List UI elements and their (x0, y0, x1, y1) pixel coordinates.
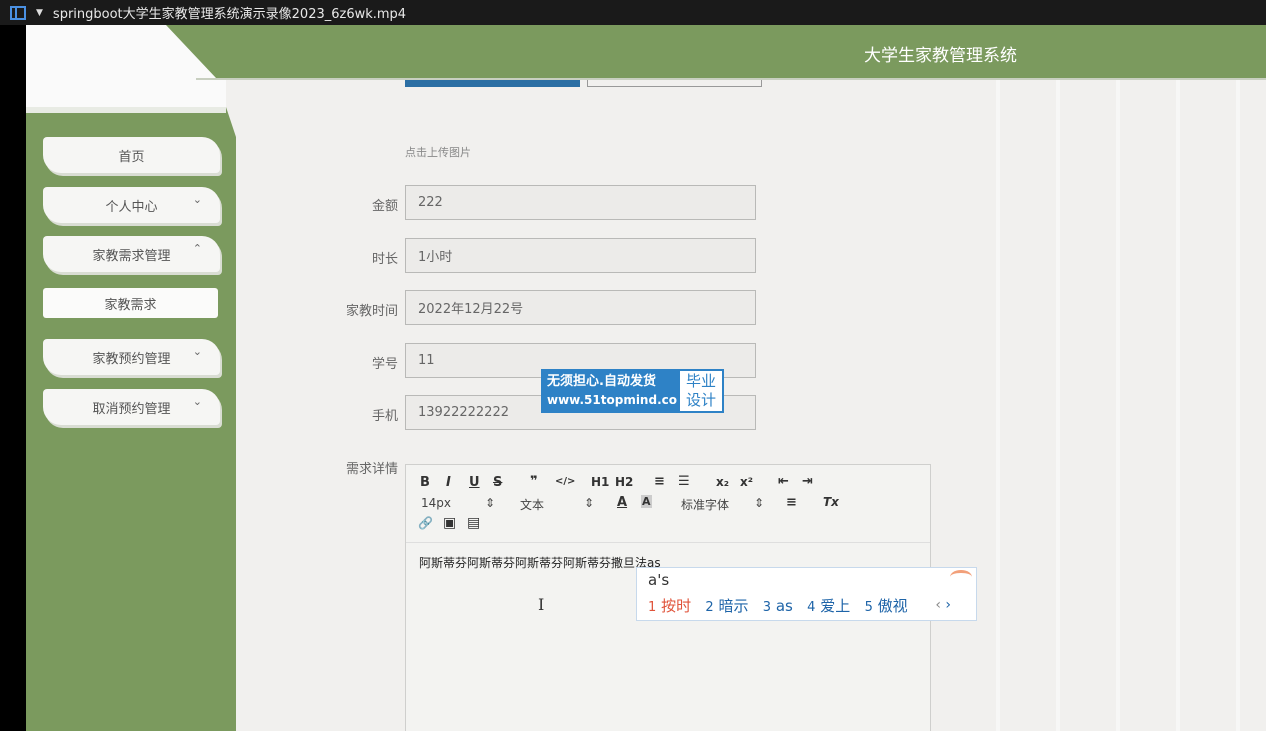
background-color-button[interactable]: A (641, 495, 652, 508)
sidebar-item-booking-management[interactable]: 家教预约管理 ⌄ (43, 339, 220, 375)
text-style-select[interactable]: 文本 (520, 496, 544, 513)
ime-candidate[interactable]: 4 爱上 (807, 597, 850, 615)
chevron-right-icon[interactable]: › (945, 597, 951, 613)
ime-candidate[interactable]: 2 暗示 (705, 597, 748, 615)
sidebar-item-home[interactable]: 首页 (43, 137, 220, 173)
sidebar-item-label: 取消预约管理 (92, 401, 171, 417)
sidebar-item-label: 个人中心 (105, 199, 158, 215)
sidebar-item-tutoring-demand-management[interactable]: 家教需求管理 ⌃ (43, 236, 220, 272)
ime-candidate[interactable]: 5 傲视 (865, 597, 908, 615)
tutoring-time-field[interactable]: 2022年12月22号 (405, 290, 756, 325)
editor-content[interactable]: 阿斯蒂芬阿斯蒂芬阿斯蒂芬阿斯蒂芬撒旦法as (419, 554, 661, 571)
sidebar-item-label: 家教需求管理 (92, 248, 171, 264)
system-title: 大学生家教管理系统 (864, 46, 1017, 66)
ime-candidate[interactable]: 3 as (763, 597, 793, 615)
duration-field[interactable]: 1小时 (405, 238, 756, 273)
upload-hint[interactable]: 点击上传图片 (405, 144, 471, 160)
app-window: 大学生家教管理系统 首页 个人中心 ⌄ 家教需求管理 ⌃ 家教需求 家教预约管理… (26, 25, 1266, 731)
tutoring-time-label: 家教时间 (345, 304, 398, 319)
chevron-up-icon: ⌃ (192, 242, 202, 255)
sidebar-item-label: 家教需求 (104, 297, 157, 313)
app-menu-icon[interactable] (10, 5, 26, 20)
background-pattern (966, 80, 1266, 731)
sidebar-item-personal-center[interactable]: 个人中心 ⌄ (43, 187, 220, 223)
duration-label: 时长 (371, 252, 398, 267)
bold-button[interactable]: B (420, 475, 430, 490)
ime-candidate[interactable]: 1 按时 (648, 597, 691, 615)
link-icon[interactable]: 🔗 (418, 516, 433, 530)
ime-logo-icon (950, 570, 972, 584)
strike-button[interactable]: S (493, 475, 502, 490)
sidebar-top-edge (26, 107, 226, 113)
select-arrows-icon: ⇕ (485, 496, 496, 510)
ime-candidates: 1 按时 2 暗示 3 as 4 爱上 5 傲视 (648, 595, 908, 616)
watermark-text: 无须担心.自动发货 www.51topmind.com (541, 369, 690, 413)
amount-field[interactable]: 222 (405, 185, 756, 220)
chevron-down-icon: ⌄ (192, 345, 202, 358)
image-icon[interactable]: ▣ (443, 515, 456, 531)
superscript-button[interactable]: x² (740, 475, 753, 489)
video-icon[interactable]: ▤ (467, 515, 480, 531)
window-titlebar: ▼ springboot大学生家教管理系统演示录像2023_6z6wk.mp4 (0, 0, 1266, 25)
clear-format-button[interactable]: Tx (823, 495, 839, 509)
h1-button[interactable]: H1 (591, 475, 609, 489)
code-button[interactable]: </> (555, 476, 575, 487)
select-arrows-icon: ⇕ (754, 496, 765, 510)
align-button[interactable]: ≡ (786, 495, 797, 510)
h2-button[interactable]: H2 (615, 475, 633, 489)
select-arrows-icon: ⇕ (584, 496, 595, 510)
watermark-badge: 无须担心.自动发货 www.51topmind.com 毕业 设计 (541, 369, 724, 413)
sidebar-item-cancel-booking-management[interactable]: 取消预约管理 ⌄ (43, 389, 220, 425)
underline-button[interactable]: U (469, 475, 480, 490)
ordered-list-button[interactable]: ≡ (654, 474, 665, 489)
italic-button[interactable]: I (446, 475, 451, 490)
upload-box[interactable] (587, 80, 762, 87)
amount-label: 金额 (371, 199, 398, 214)
outdent-button[interactable]: ⇤ (778, 474, 789, 489)
chevron-down-icon: ⌄ (192, 395, 202, 408)
uploaded-image-preview[interactable] (405, 80, 580, 87)
watermark-label: 毕业 设计 (678, 369, 724, 413)
subscript-button[interactable]: x₂ (716, 475, 729, 489)
font-color-button[interactable]: A (617, 495, 627, 510)
window-title: springboot大学生家教管理系统演示录像2023_6z6wk.mp4 (52, 7, 407, 22)
detail-label: 需求详情 (345, 462, 398, 477)
indent-button[interactable]: ⇥ (802, 474, 813, 489)
ime-page-nav[interactable]: ‹ › (935, 597, 951, 613)
dropdown-caret-icon[interactable]: ▼ (36, 8, 43, 18)
chevron-left-icon[interactable]: ‹ (935, 597, 941, 613)
sidebar: 首页 个人中心 ⌄ 家教需求管理 ⌃ 家教需求 家教预约管理 ⌄ 取消预约管理 … (26, 107, 236, 731)
quote-button[interactable]: ❞ (530, 474, 538, 489)
phone-label: 手机 (371, 409, 398, 424)
header-bar (166, 25, 1266, 78)
bullet-list-button[interactable]: ☰ (678, 474, 690, 489)
editor-toolbar: B I U S ❞ </> H1 H2 ≡ ☰ x₂ x² ⇤ ⇥ 14px ⇕… (406, 465, 930, 543)
font-size-select[interactable]: 14px (421, 496, 451, 510)
chevron-down-icon: ⌄ (192, 193, 202, 206)
main-content: 点击上传图片 金额 222 时长 1小时 家教时间 2022年12月22号 学号… (236, 80, 1266, 731)
sidebar-subitem-tutoring-demand[interactable]: 家教需求 (43, 288, 218, 318)
font-family-select[interactable]: 标准字体 (681, 496, 729, 513)
student-id-label: 学号 (371, 357, 398, 372)
left-margin (0, 25, 26, 731)
text-cursor-icon: I (538, 595, 545, 614)
ime-candidate-window: a's 1 按时 2 暗示 3 as 4 爱上 5 傲视 ‹ › (636, 567, 977, 621)
sidebar-item-label: 首页 (118, 149, 145, 165)
sidebar-item-label: 家教预约管理 (92, 351, 171, 367)
ime-composition: a's (648, 571, 670, 589)
